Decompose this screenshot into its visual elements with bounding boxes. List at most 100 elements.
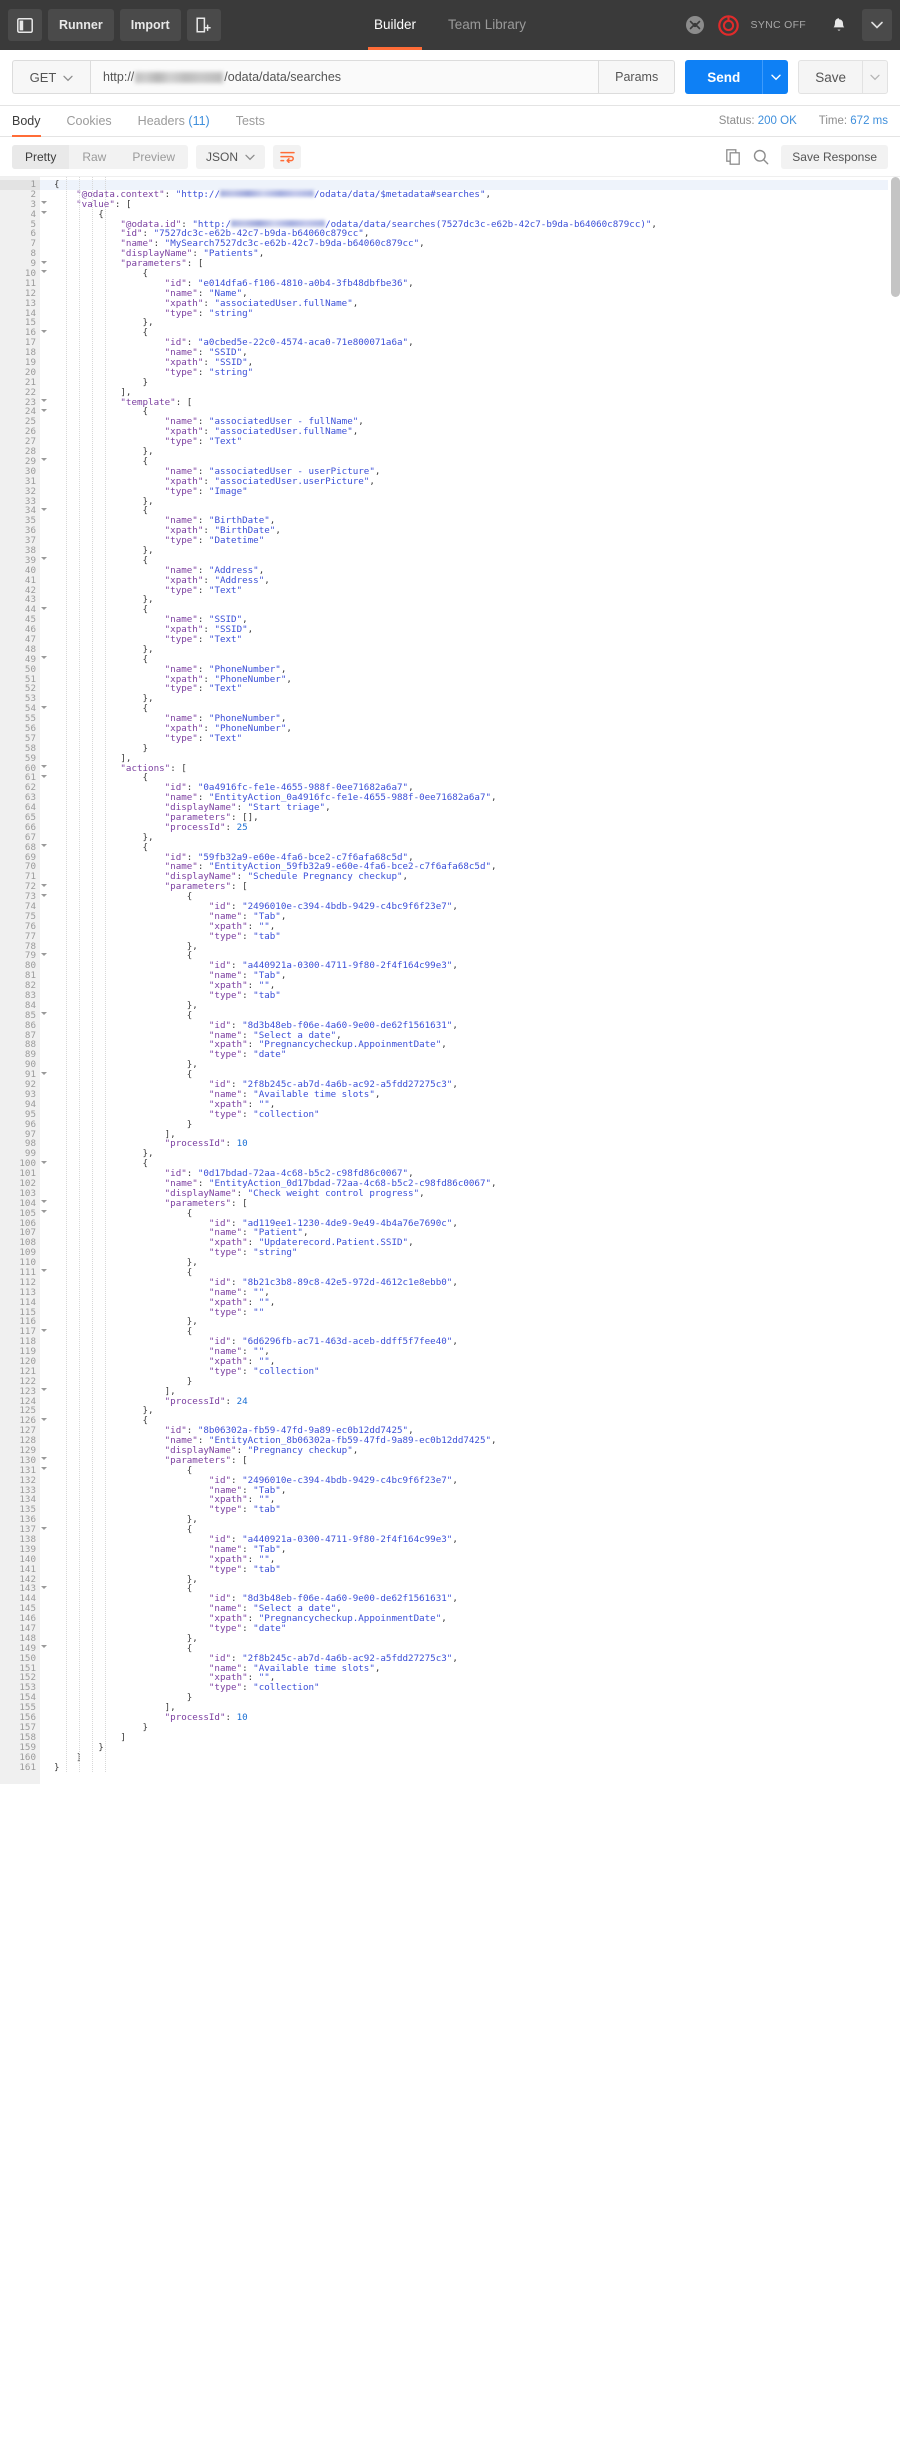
editor-vertical-scrollbar[interactable] xyxy=(888,177,900,1785)
request-url-bar: GET http:// /odata/data/searches Params S… xyxy=(0,50,900,106)
tab-cookies[interactable]: Cookies xyxy=(67,106,112,137)
tab-body[interactable]: Body xyxy=(12,106,41,137)
code-line: "processId": 10 xyxy=(164,1138,248,1150)
interceptor-satellite-icon[interactable] xyxy=(680,9,710,41)
code-line: }, xyxy=(54,317,154,329)
time-indicator: Time: 672 ms xyxy=(819,115,888,127)
tab-tests[interactable]: Tests xyxy=(236,106,265,137)
word-wrap-icon[interactable] xyxy=(273,145,302,169)
code-line: "@odata.context": "http:///odata/data/$m… xyxy=(76,188,492,200)
code-line: "type": "Image" xyxy=(164,485,248,497)
code-line: }, xyxy=(54,1405,154,1417)
code-line: } xyxy=(54,1692,193,1704)
tab-builder[interactable]: Builder xyxy=(358,0,432,50)
code-line: } xyxy=(54,1761,60,1773)
chevron-down-icon xyxy=(63,70,74,85)
code-line: "type": "Text" xyxy=(164,633,243,645)
code-line: } xyxy=(54,1375,193,1387)
response-format-toolbar: Pretty Raw Preview JSON Save Response xyxy=(0,137,900,176)
code-line: }, xyxy=(54,594,154,606)
headers-count-badge: (11) xyxy=(188,113,210,128)
http-method-selector[interactable]: GET xyxy=(12,60,90,94)
code-line: "type": "string" xyxy=(164,366,254,378)
chevron-down-icon xyxy=(245,150,255,164)
format-toolbar-right: Save Response xyxy=(726,145,888,169)
http-method-label: GET xyxy=(29,69,57,85)
new-window-icon[interactable] xyxy=(186,9,221,41)
code-line: }, xyxy=(54,643,154,655)
editor-code-area[interactable]: { "@odata.context": "http:///odata/data/… xyxy=(40,177,888,1784)
code-line: "type": "Text" xyxy=(164,732,243,744)
response-meta: Status: 200 OK Time: 672 ms xyxy=(719,115,888,127)
send-chevron-down-icon[interactable] xyxy=(762,60,789,94)
topbar-chevron-down-icon[interactable] xyxy=(862,9,892,41)
code-line: ] xyxy=(54,1731,126,1743)
runner-button[interactable]: Runner xyxy=(48,9,114,41)
sync-status-label: SYNC OFF xyxy=(750,19,806,31)
response-tabs: Body Cookies Headers (11) Tests Status: … xyxy=(0,106,900,137)
code-line: "type": "Text" xyxy=(164,436,243,448)
code-line: "processId": 25 xyxy=(164,821,248,833)
indent-guide xyxy=(105,177,106,1773)
top-navigation-bar: Runner Import Builder Team Library SYNC … xyxy=(0,0,900,50)
indent-guide xyxy=(79,177,80,1773)
save-chevron-down-icon[interactable] xyxy=(862,60,888,94)
code-line: "type": "Text" xyxy=(164,683,243,695)
code-line: } xyxy=(54,376,149,388)
indent-guide xyxy=(92,177,93,1773)
tab-team-library[interactable]: Team Library xyxy=(432,0,542,50)
code-line: "value": [ xyxy=(76,198,132,210)
code-line: }, xyxy=(54,495,154,507)
copy-icon[interactable] xyxy=(726,149,741,165)
url-suffix: /odata/data/searches xyxy=(224,70,342,84)
url-prefix: http:// xyxy=(103,70,135,84)
code-line: } xyxy=(54,742,149,754)
save-response-button[interactable]: Save Response xyxy=(781,145,888,169)
indent-guide xyxy=(66,177,67,1773)
code-line: }, xyxy=(54,1148,154,1160)
status-label: Status: xyxy=(718,115,755,127)
code-line: "type": "Datetime" xyxy=(164,535,265,547)
response-body-editor[interactable]: 1 2 3 4 5 6 7 8 9 10 11 12 13 14 15 16 17 18 19 20 21 22 23 24 2… xyxy=(0,176,900,1785)
code-line: "type": "string" xyxy=(164,307,254,319)
scrollbar-thumb[interactable] xyxy=(891,177,900,297)
code-line: "processId": 24 xyxy=(164,1395,248,1407)
topbar-right-group: SYNC OFF xyxy=(680,9,892,41)
view-mode-pretty[interactable]: Pretty xyxy=(12,145,70,169)
time-value: 672 ms xyxy=(850,115,888,127)
redacted-host xyxy=(135,71,224,83)
search-icon[interactable] xyxy=(753,149,769,165)
code-line: "template": [ xyxy=(120,396,193,408)
status-indicator: Status: 200 OK xyxy=(719,115,797,127)
params-button[interactable]: Params xyxy=(598,60,676,94)
editor-line-numbers: 1 2 3 4 5 6 7 8 9 10 11 12 13 14 15 16 17 18 19 20 21 22 23 24 2… xyxy=(0,177,47,1785)
sidebar-panel-icon[interactable] xyxy=(8,9,42,41)
code-line: "processId": 10 xyxy=(164,1712,248,1724)
code-line: } xyxy=(54,1118,193,1130)
view-mode-preview[interactable]: Preview xyxy=(119,145,188,169)
editor-footer-gap xyxy=(0,1784,900,1795)
tab-headers-label: Headers xyxy=(137,113,185,128)
view-mode-raw[interactable]: Raw xyxy=(69,145,119,169)
code-line: } xyxy=(54,1741,104,1753)
line-number: 161 xyxy=(19,1761,36,1773)
language-selector[interactable]: JSON xyxy=(196,145,266,169)
code-line: "type": "Text" xyxy=(164,584,243,596)
code-line: }, xyxy=(54,831,154,843)
status-value: 200 OK xyxy=(757,115,797,127)
code-line: "parameters": [ xyxy=(120,258,204,270)
bell-icon[interactable] xyxy=(824,9,854,41)
code-line: "actions": [ xyxy=(120,762,187,774)
view-mode-segmented-control: Pretty Raw Preview xyxy=(12,145,189,169)
code-line: }, xyxy=(54,544,154,556)
code-line: } xyxy=(54,1721,149,1733)
sync-circle-icon[interactable] xyxy=(714,9,744,41)
send-button[interactable]: Send xyxy=(685,60,763,94)
import-button[interactable]: Import xyxy=(119,9,181,41)
code-line: }, xyxy=(54,693,154,705)
url-input[interactable]: http:// /odata/data/searches xyxy=(90,60,599,94)
save-button[interactable]: Save xyxy=(798,60,862,94)
tab-headers[interactable]: Headers (11) xyxy=(138,106,210,137)
language-label: JSON xyxy=(206,150,239,164)
code-line: }, xyxy=(54,446,154,458)
